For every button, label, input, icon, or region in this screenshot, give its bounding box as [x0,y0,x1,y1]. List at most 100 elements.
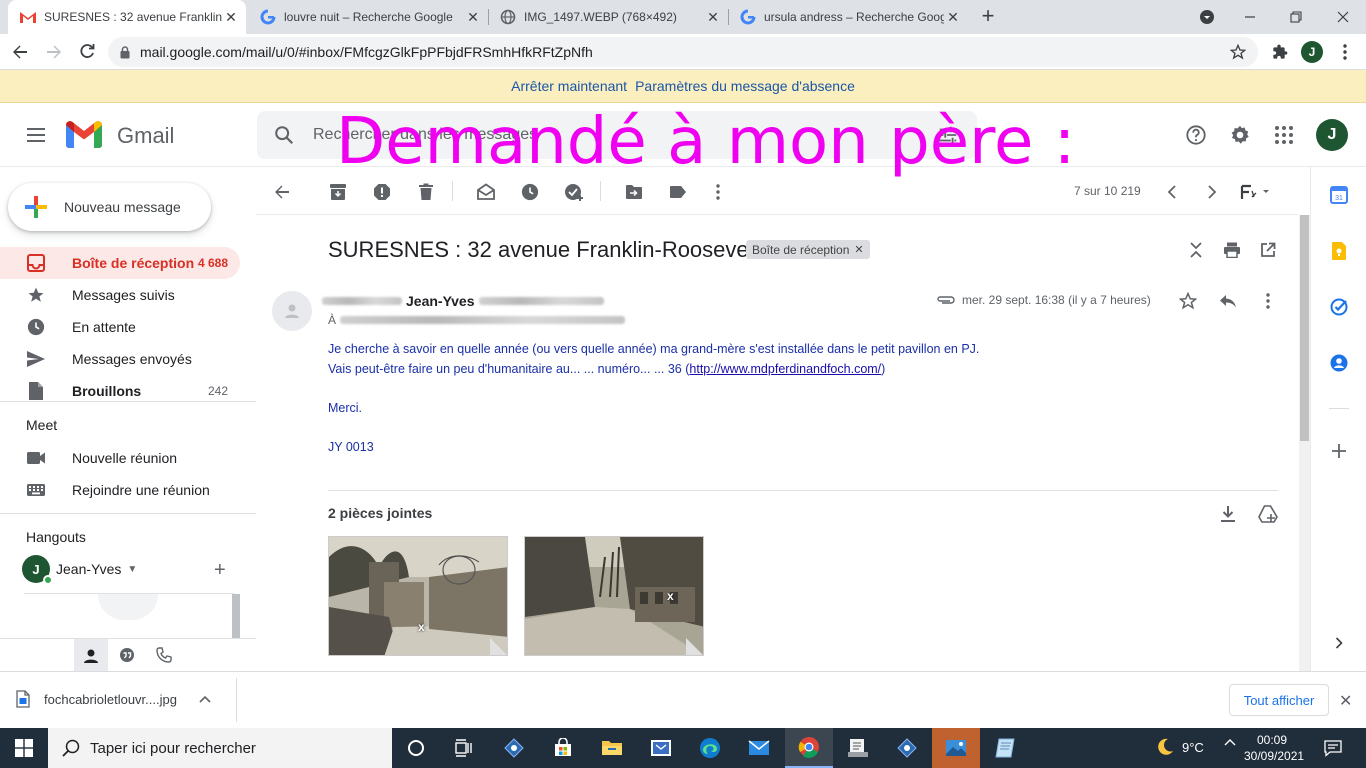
attachment-thumbnail-1[interactable]: x [328,536,508,656]
task-view-icon[interactable] [440,728,488,768]
photos-app-icon[interactable] [932,728,980,768]
taskbar-search-input[interactable]: Taper ici pour rechercher [48,728,392,768]
sidebar-item-drafts[interactable]: Brouillons 242 [0,375,240,407]
document-scanner-icon[interactable] [834,728,882,768]
url-bar[interactable]: mail.google.com/mail/u/0/#inbox/FMfcgzGl… [108,37,1258,67]
windows-start-icon[interactable] [0,728,48,768]
browser-profile-avatar[interactable]: J [1301,41,1323,63]
open-new-window-icon[interactable] [1258,240,1278,260]
extensions-icon[interactable] [1270,42,1290,62]
tab-gmail-suresnes[interactable]: SURESNES : 32 avenue Franklin-R ✕ [8,0,246,34]
apps-grid-icon[interactable] [1272,123,1296,147]
inbox-label-chip[interactable]: Boîte de réception ✕ [746,240,870,259]
contacts-person-icon[interactable] [74,639,108,672]
outlook-app-icon[interactable] [637,728,685,768]
save-to-drive-icon[interactable] [1256,502,1280,526]
phone-icon[interactable] [156,647,172,663]
settings-gear-icon[interactable] [1228,123,1252,147]
sidebar-item-starred[interactable]: Messages suivis [0,279,240,311]
search-icon[interactable] [273,124,295,146]
reload-icon[interactable] [77,42,97,62]
archive-icon[interactable] [328,182,348,202]
add-hangout-icon[interactable]: + [214,559,226,582]
message-scrollbar[interactable] [1299,215,1310,671]
chrome-browser-icon[interactable] [785,728,833,768]
contacts-icon[interactable] [1329,353,1349,373]
cortana-circle-icon[interactable] [392,728,440,768]
show-all-downloads-button[interactable]: Tout afficher [1229,684,1329,716]
body-link[interactable]: http://www.mdpferdinandfoch.com/ [689,362,881,376]
chevron-up-icon[interactable] [199,695,211,703]
keep-notes-icon[interactable] [1329,241,1349,261]
add-to-tasks-icon[interactable] [564,182,584,202]
mark-unread-icon[interactable] [476,182,496,202]
attachment-thumbnail-2[interactable]: x [524,536,704,656]
taskbar-clock[interactable]: 00:09 30/09/2021 [1244,732,1304,764]
new-tab-button[interactable]: + [978,5,998,28]
close-icon[interactable]: ✕ [464,9,482,26]
sidebar-item-join-meeting[interactable]: Rejoindre une réunion [0,474,240,506]
download-item[interactable]: fochcabrioletlouvr....jpg [16,690,211,708]
delete-trash-icon[interactable] [416,182,436,202]
remove-label-icon[interactable]: ✕ [854,243,863,256]
sender-name[interactable]: Jean-Yves [406,293,475,309]
file-explorer-folder-icon[interactable] [588,728,636,768]
window-close-icon[interactable] [1333,7,1353,27]
newer-chevron-left-icon[interactable] [1162,182,1182,202]
star-message-icon[interactable] [1178,291,1198,311]
tab-img-webp[interactable]: IMG_1497.WEBP (768×492) ✕ [488,0,728,34]
forward-arrow-icon[interactable] [44,42,64,62]
network-app-icon[interactable] [490,728,538,768]
notifications-icon[interactable] [1324,739,1342,757]
sidebar-item-new-meeting[interactable]: Nouvelle réunion [0,442,240,474]
search-options-icon[interactable] [937,124,959,146]
reply-icon[interactable] [1218,291,1238,311]
tasks-icon[interactable] [1329,297,1349,317]
minimize-icon[interactable] [1240,7,1260,27]
get-addons-plus-icon[interactable] [1329,441,1349,461]
compose-button[interactable]: Nouveau message [8,183,211,231]
print-icon[interactable] [1222,240,1242,260]
sidebar-item-sent[interactable]: Messages envoyés [0,343,240,375]
sender-avatar[interactable] [272,291,312,331]
sidebar-item-snoozed[interactable]: En attente [0,311,240,343]
more-options-icon[interactable] [708,182,728,202]
close-icon[interactable]: ✕ [704,9,722,26]
close-download-shelf-icon[interactable]: ✕ [1339,691,1352,711]
tab-ursula-andress[interactable]: ursula andress – Recherche Goog ✕ [728,0,968,34]
tab-search-icon[interactable] [1197,7,1217,27]
close-icon[interactable]: ✕ [222,9,240,26]
older-chevron-right-icon[interactable] [1202,182,1222,202]
main-menu-icon[interactable] [24,123,48,147]
hangouts-user[interactable]: J Jean-Yves ▼ [22,555,137,585]
side-panel-expand-icon[interactable] [1329,633,1349,653]
download-all-icon[interactable] [1216,502,1240,526]
help-icon[interactable] [1184,123,1208,147]
sidebar-item-inbox[interactable]: Boîte de réception 4 688 [0,247,240,279]
report-spam-icon[interactable] [372,182,392,202]
mail-search-input[interactable]: Rechercher dans les messages [257,111,977,159]
weather-widget[interactable]: 9°C [1156,738,1204,756]
hangouts-scrollbar[interactable] [232,594,240,638]
stop-vacation-link[interactable]: Arrêter maintenant [511,78,627,94]
close-icon[interactable]: ✕ [944,9,962,26]
store-bag-icon[interactable] [539,728,587,768]
browser-menu-icon[interactable] [1335,42,1355,62]
message-more-icon[interactable] [1258,291,1278,311]
dropdown-arrow-icon[interactable]: ▼ [127,564,137,575]
bookmark-star-icon[interactable] [1230,44,1246,60]
scrollbar-thumb[interactable] [1300,215,1309,441]
vacation-settings-link[interactable]: Paramètres du message d'absence [635,78,855,94]
label-tag-icon[interactable] [668,182,688,202]
back-arrow-icon[interactable] [10,42,30,62]
restore-icon[interactable] [1286,7,1306,27]
network-tool-icon[interactable] [883,728,931,768]
move-to-icon[interactable] [624,182,644,202]
recipient-line[interactable]: À [328,313,626,327]
chat-quote-icon[interactable] [119,647,135,663]
snooze-clock-icon[interactable] [520,182,540,202]
back-to-inbox-icon[interactable] [272,182,292,202]
calendar-icon[interactable]: 31 [1329,185,1349,205]
tab-louvre-nuit[interactable]: louvre nuit – Recherche Google ✕ [248,0,488,34]
input-tools-icon[interactable] [1240,182,1270,202]
